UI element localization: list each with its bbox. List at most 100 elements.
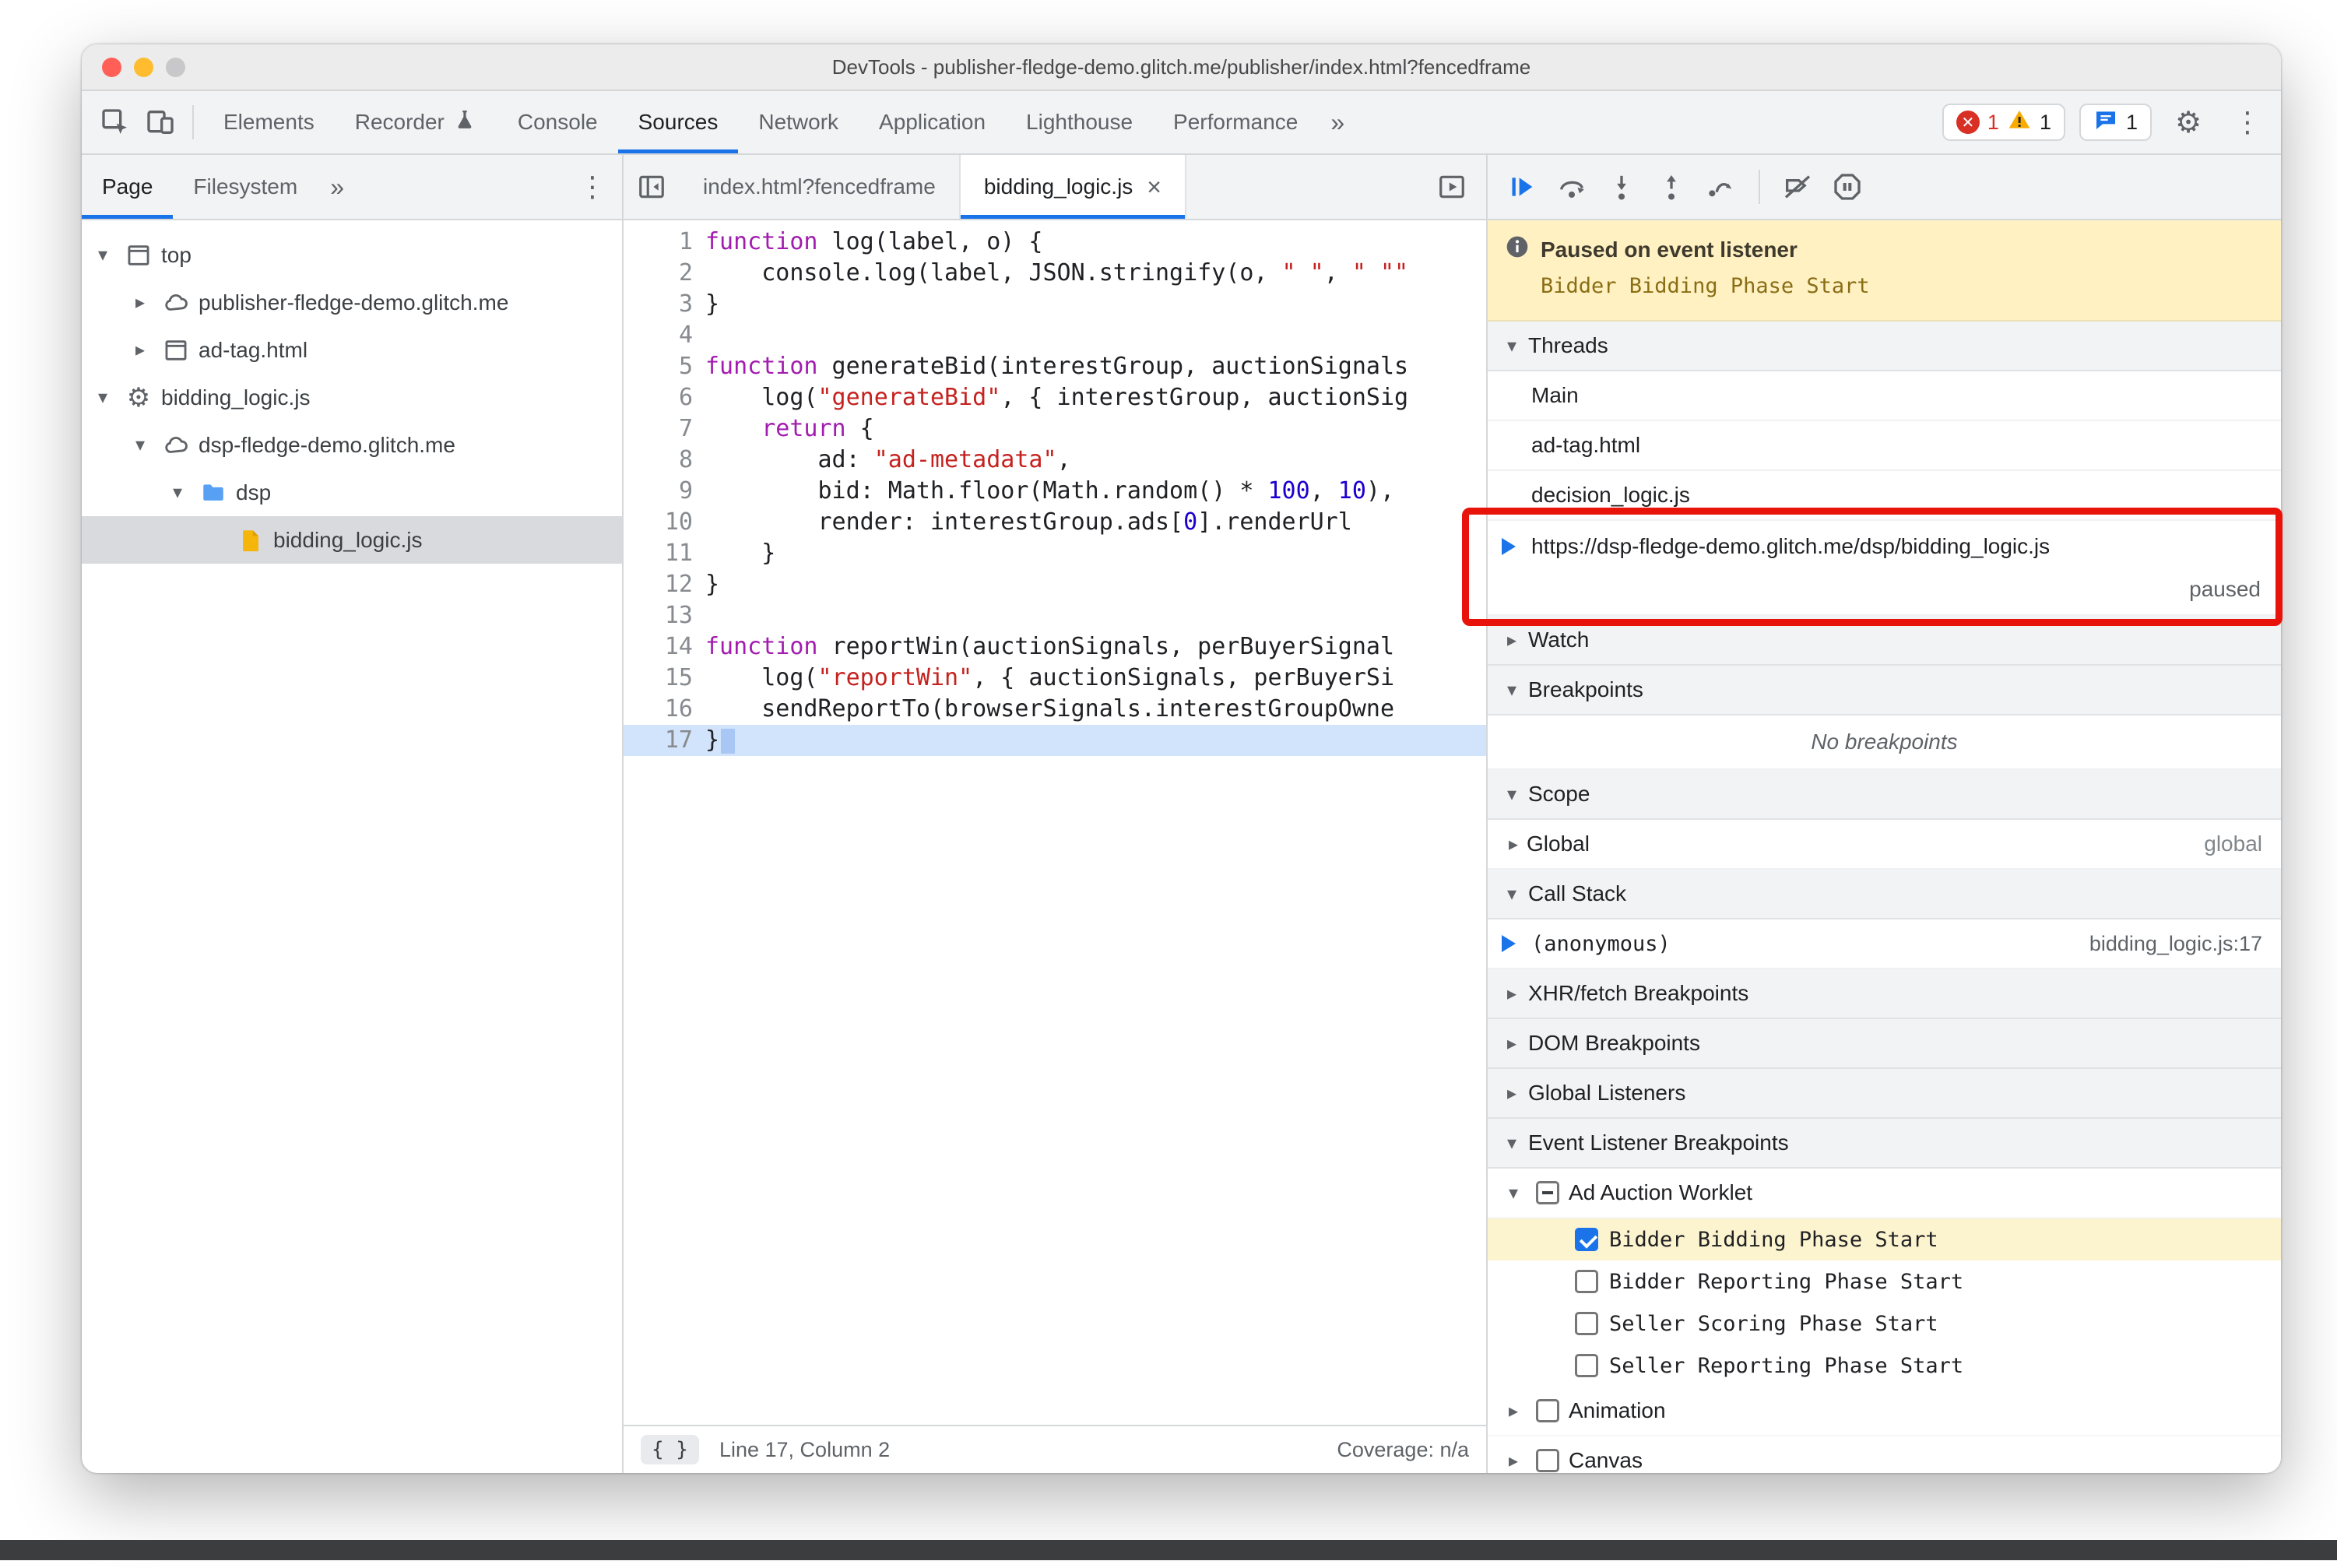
line-number[interactable]: 3 [624,289,705,320]
play-box-icon[interactable] [1424,155,1480,219]
code-line[interactable]: 15 log("reportWin", { auctionSignals, pe… [624,663,1486,694]
line-number[interactable]: 13 [624,600,705,631]
chevron-down-icon[interactable]: ▾ [90,386,116,409]
errors-warnings-badge[interactable]: ✕ 1 1 [1942,104,2065,141]
unchecked-checkbox[interactable] [1575,1270,1598,1293]
event-listener-breakpoints-header[interactable]: ▾ Event Listener Breakpoints [1488,1119,2281,1169]
tree-item[interactable]: ▸ publisher-fledge-demo.glitch.me [82,279,622,326]
watch-section-header[interactable]: ▸ Watch [1488,616,2281,666]
chevron-down-icon[interactable]: ▾ [1500,1182,1527,1204]
line-number[interactable]: 7 [624,413,705,445]
more-panels-button[interactable]: » [1318,108,1357,137]
code-line[interactable]: 7 return { [624,413,1486,445]
code-line[interactable]: 5 function generateBid(interestGroup, auc… [624,351,1486,382]
event-breakpoint-seller-scoring-phase-start[interactable]: Seller Scoring Phase Start [1488,1303,2281,1345]
chevron-down-icon[interactable]: ▾ [127,434,153,456]
code-editor[interactable]: 1 function log(label, o) {2 console.log(l… [624,220,1486,1425]
chevron-right-icon[interactable]: ▸ [127,291,153,314]
line-number[interactable]: 6 [624,382,705,413]
chevron-right-icon[interactable]: ▸ [1500,833,1527,856]
panel-tab-application[interactable]: Application [859,91,1006,153]
close-tab-icon[interactable]: × [1147,173,1161,202]
code-line[interactable]: 6 log("generateBid", { interestGroup, au… [624,382,1486,413]
navigator-tab-page[interactable]: Page [82,155,174,219]
deactivate-breakpoints-button[interactable] [1776,165,1819,209]
call-stack-frame[interactable]: (anonymous) bidding_logic.js:17 [1488,919,2281,969]
line-number[interactable]: 16 [624,694,705,725]
line-number[interactable]: 9 [624,476,705,507]
chevron-right-icon[interactable]: ▸ [1500,1450,1527,1472]
line-number[interactable]: 4 [624,320,705,351]
editor-tab-index-html-fencedframe[interactable]: index.html?fencedframe [680,155,961,219]
line-number[interactable]: 5 [624,351,705,382]
navigator-menu-icon[interactable]: ⋮ [578,171,622,203]
frame-location[interactable]: bidding_logic.js:17 [2089,932,2281,956]
chevron-down-icon[interactable]: ▾ [164,481,191,504]
thread-item[interactable]: Main [1488,371,2281,421]
scope-section-header[interactable]: ▾ Scope [1488,770,2281,820]
threads-section-header[interactable]: ▾ Threads [1488,322,2281,371]
code-line[interactable]: 16 sendReportTo(browserSignals.interestG… [624,694,1486,725]
code-line[interactable]: 2 console.log(label, JSON.stringify(o, "… [624,258,1486,289]
code-line[interactable]: 10 render: interestGroup.ads[0].renderUr… [624,507,1486,538]
code-line[interactable]: 8 ad: "ad-metadata", [624,445,1486,476]
section-header-dom-breakpoints[interactable]: ▸ DOM Breakpoints [1488,1019,2281,1069]
toggle-navigator-icon[interactable] [624,155,680,219]
pause-on-exceptions-button[interactable] [1826,165,1869,209]
scope-row[interactable]: ▸ Global global [1488,820,2281,870]
chevron-right-icon[interactable]: ▸ [127,339,153,361]
line-number[interactable]: 10 [624,507,705,538]
unchecked-checkbox[interactable] [1575,1354,1598,1377]
code-line[interactable]: 4 [624,320,1486,351]
pretty-print-button[interactable]: { } [641,1435,699,1464]
line-number[interactable]: 11 [624,538,705,569]
more-navigator-tabs-button[interactable]: » [318,173,357,202]
close-window-button[interactable] [102,57,121,77]
editor-tab-bidding-logic-js[interactable]: bidding_logic.js × [960,155,1186,219]
section-header-xhr-fetch-breakpoints[interactable]: ▸ XHR/fetch Breakpoints [1488,969,2281,1019]
panel-tab-lighthouse[interactable]: Lighthouse [1006,91,1153,153]
category-checkbox[interactable] [1536,1181,1559,1204]
event-category-canvas[interactable]: ▸ Canvas [1488,1436,2281,1473]
unchecked-checkbox[interactable] [1575,1312,1598,1335]
category-checkbox[interactable] [1536,1399,1559,1422]
event-breakpoint-seller-reporting-phase-start[interactable]: Seller Reporting Phase Start [1488,1345,2281,1387]
resume-script-button[interactable] [1500,165,1544,209]
panel-tab-console[interactable]: Console [497,91,618,153]
code-line[interactable]: 12} [624,569,1486,600]
step-out-button[interactable] [1650,165,1693,209]
zoom-window-button[interactable] [166,57,185,77]
panel-tab-network[interactable]: Network [738,91,859,153]
event-breakpoint-bidder-bidding-phase-start[interactable]: Bidder Bidding Phase Start [1488,1218,2281,1260]
minimize-window-button[interactable] [134,57,153,77]
panel-tab-recorder[interactable]: Recorder [335,91,497,153]
step-into-button[interactable] [1600,165,1643,209]
code-line[interactable]: 9 bid: Math.floor(Math.random() * 100, 1… [624,476,1486,507]
code-line[interactable]: 14 function reportWin(auctionSignals, per… [624,631,1486,663]
inspect-icon[interactable] [93,100,138,145]
chevron-right-icon[interactable]: ▸ [1500,1400,1527,1422]
thread-item[interactable]: decision_logic.js [1488,471,2281,521]
panel-tab-performance[interactable]: Performance [1153,91,1318,153]
code-line[interactable]: 17} [624,725,1486,756]
line-number[interactable]: 8 [624,445,705,476]
section-header-global-listeners[interactable]: ▸ Global Listeners [1488,1069,2281,1119]
line-number[interactable]: 2 [624,258,705,289]
tree-item[interactable]: bidding_logic.js [82,516,622,564]
code-line[interactable]: 3} [624,289,1486,320]
thread-item[interactable]: https://dsp-fledge-demo.glitch.me/dsp/bi… [1488,521,2281,616]
code-line[interactable]: 11 } [624,538,1486,569]
line-number[interactable]: 12 [624,569,705,600]
event-category-animation[interactable]: ▸ Animation [1488,1387,2281,1436]
panel-tab-elements[interactable]: Elements [203,91,335,153]
tree-item[interactable]: ▾ dsp [82,469,622,516]
device-toolbar-icon[interactable] [138,100,183,145]
event-breakpoint-bidder-reporting-phase-start[interactable]: Bidder Reporting Phase Start [1488,1260,2281,1303]
code-line[interactable]: 1 function log(label, o) { [624,227,1486,258]
checked-checkbox[interactable] [1575,1228,1598,1251]
line-number[interactable]: 1 [624,227,705,258]
step-button[interactable] [1699,165,1743,209]
code-line[interactable]: 13 [624,600,1486,631]
navigator-tab-filesystem[interactable]: Filesystem [173,155,318,219]
chevron-down-icon[interactable]: ▾ [90,244,116,266]
